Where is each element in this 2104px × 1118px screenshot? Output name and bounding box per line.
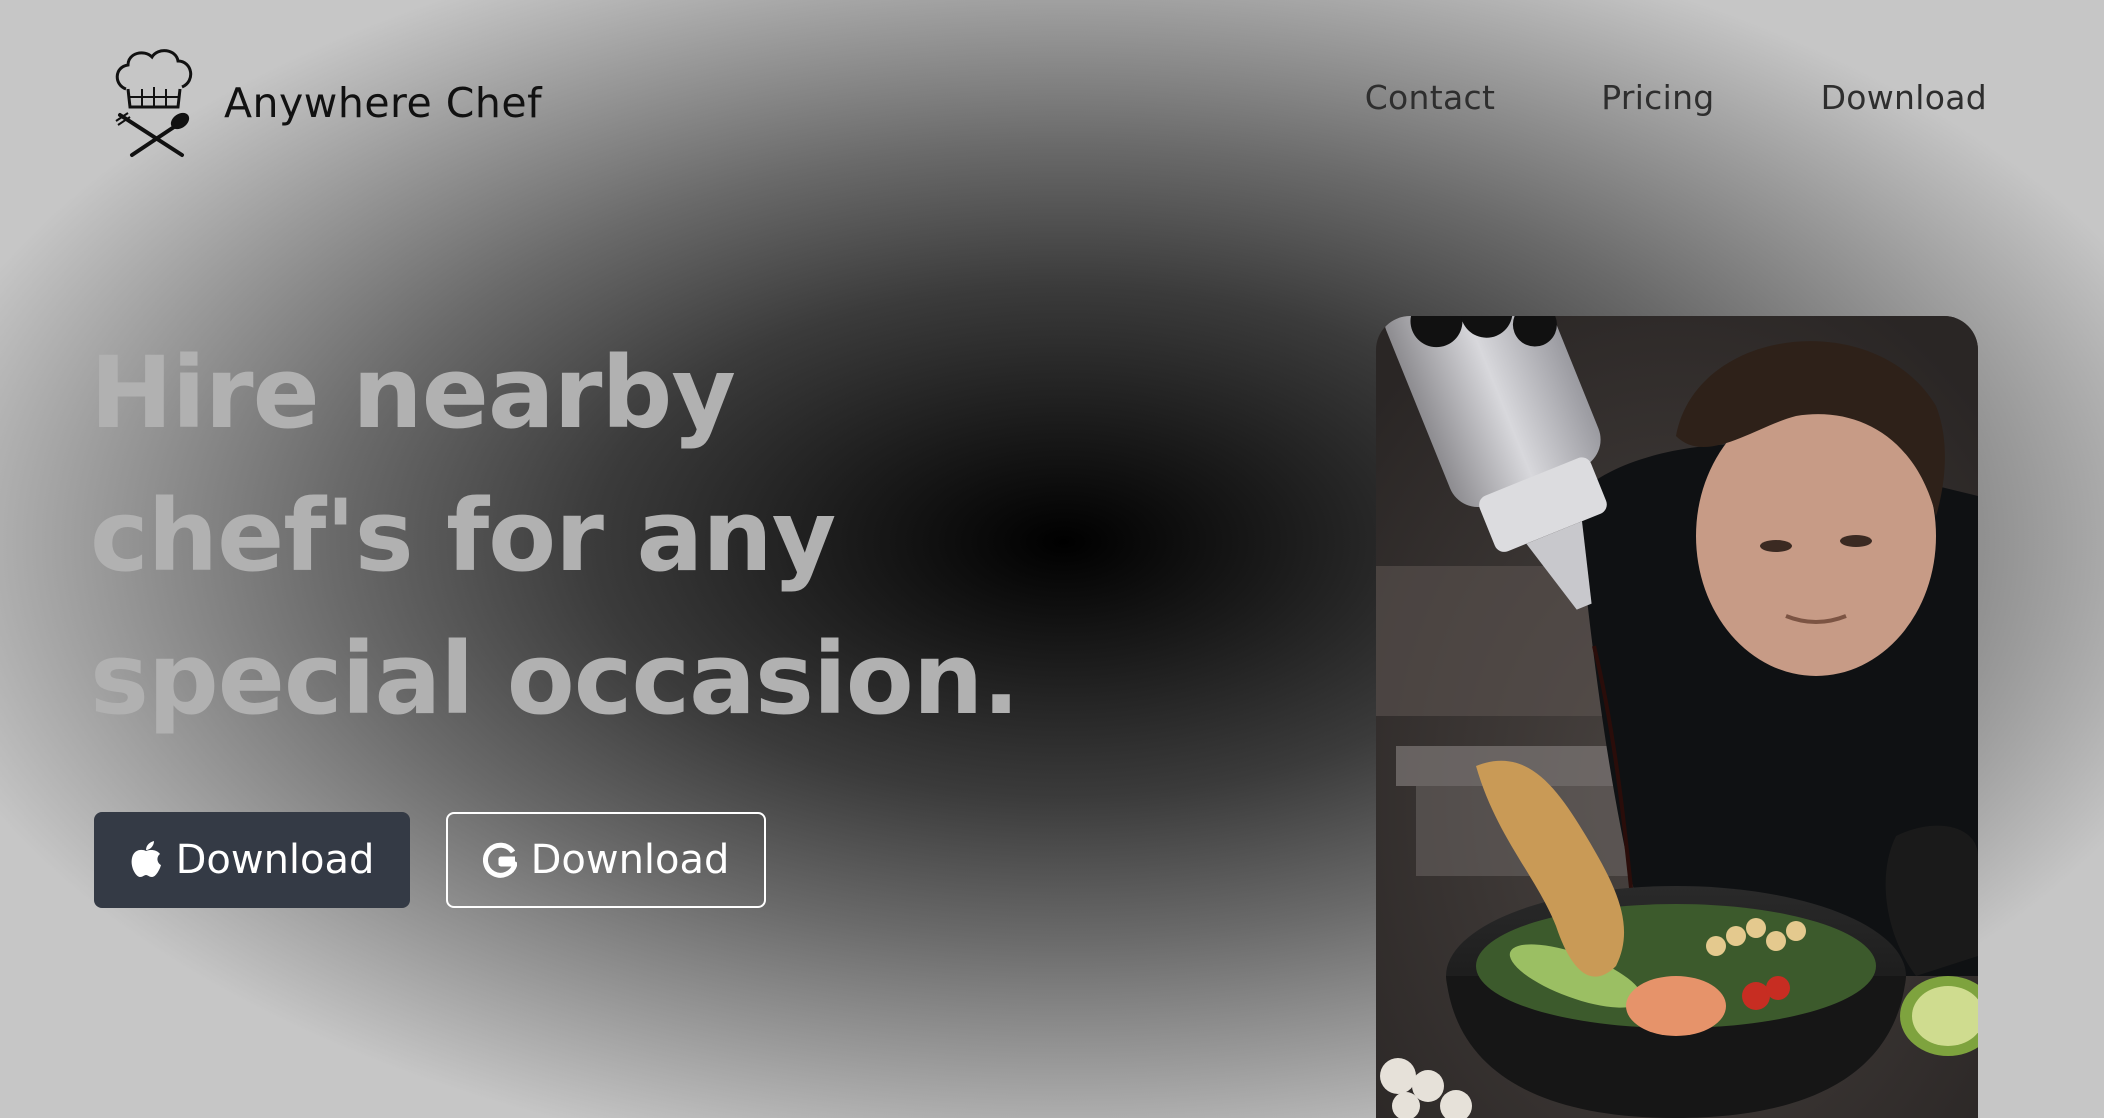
- google-download-button[interactable]: Download: [446, 812, 766, 908]
- hero-headline: Hire nearby chef's for any special occas…: [90, 322, 1040, 751]
- google-icon: [482, 842, 517, 878]
- nav-pricing-link[interactable]: Pricing: [1601, 78, 1714, 117]
- nav-contact-link[interactable]: Contact: [1365, 78, 1496, 117]
- main-nav: Contact Pricing Download: [1365, 78, 1987, 117]
- brand-name: Anywhere Chef: [224, 79, 543, 127]
- apple-icon: [130, 841, 162, 879]
- apple-download-button[interactable]: Download: [94, 812, 410, 908]
- apple-download-label: Download: [175, 837, 375, 883]
- chef-hat-utensils-icon: [112, 45, 196, 161]
- nav-download-link[interactable]: Download: [1821, 78, 1987, 117]
- chef-plating-photo: [1376, 316, 1978, 1118]
- headline-line: Hire nearby: [90, 336, 736, 451]
- download-buttons: Download Download: [94, 812, 766, 908]
- headline-line: special occasion.: [90, 622, 1020, 737]
- brand-link[interactable]: Anywhere Chef: [112, 44, 542, 162]
- google-download-label: Download: [530, 837, 730, 883]
- headline-line: chef's for any: [90, 479, 836, 594]
